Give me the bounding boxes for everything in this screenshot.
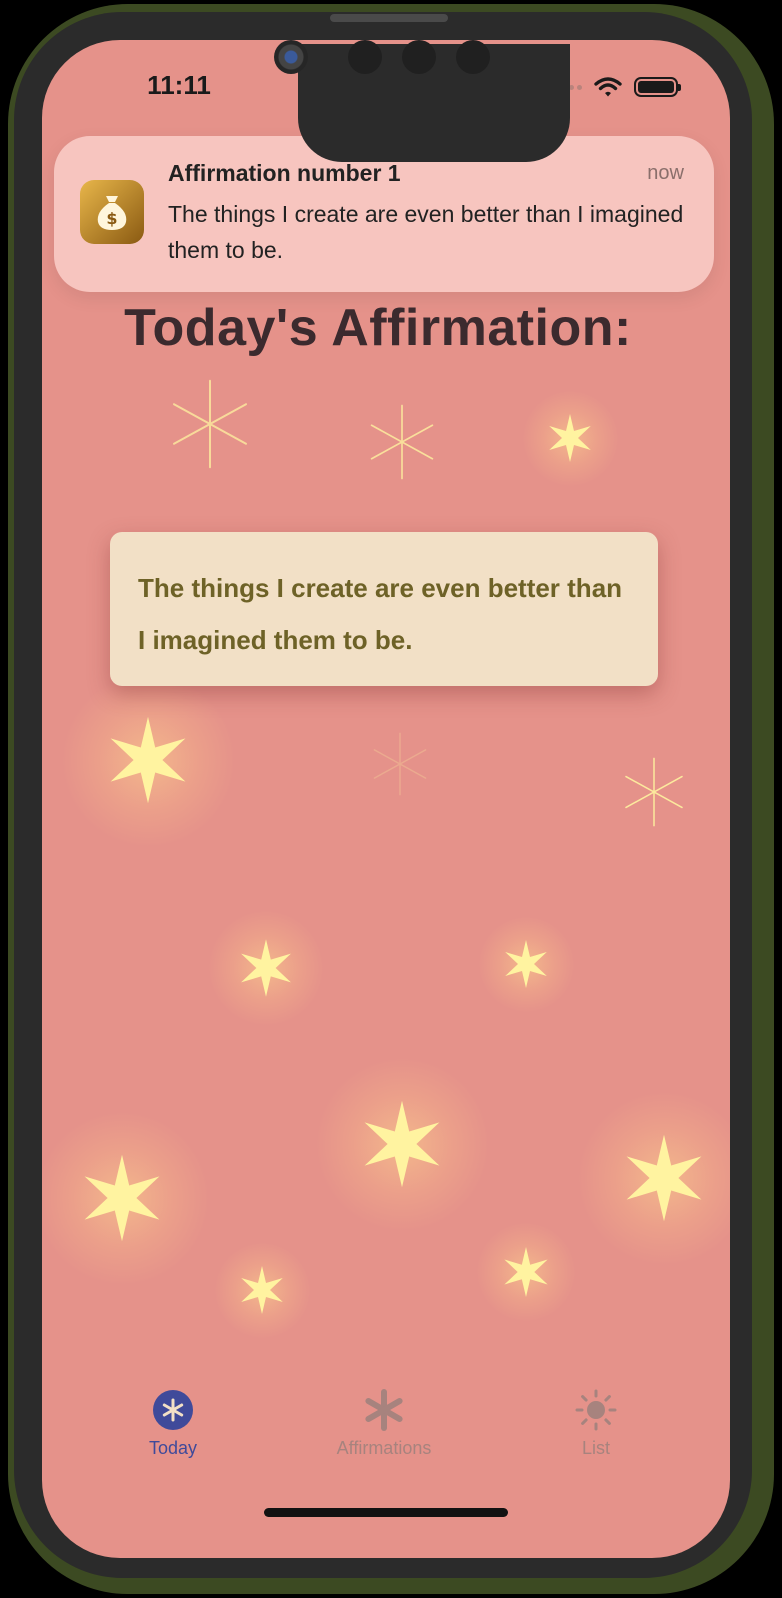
sparkle-icon: [241, 1266, 283, 1314]
sun-icon: [575, 1389, 617, 1431]
tab-today-label: Today: [148, 1438, 198, 1458]
affirmation-text: The things I create are even better than…: [138, 573, 623, 655]
sparkle-icon: [241, 939, 291, 997]
asterisk-circle-icon: [153, 1390, 193, 1430]
tab-affirmations[interactable]: Affirmations: [304, 1388, 464, 1459]
tab-bar: Today Affirmations List: [42, 1388, 730, 1468]
sparkle-icon: [110, 716, 186, 804]
sparkle-icon: [626, 1134, 702, 1222]
status-time: 11:11: [147, 70, 211, 100]
affirmation-card: The things I create are even better than…: [110, 532, 658, 686]
tab-list[interactable]: List: [516, 1388, 676, 1459]
sparkle-icon: [373, 732, 427, 796]
notification-title: Affirmation number 1: [168, 160, 401, 186]
speaker-grille: [330, 14, 448, 22]
wifi-icon: [594, 77, 622, 97]
home-indicator[interactable]: [264, 1508, 508, 1517]
sensor-icon: [348, 40, 382, 74]
app-screen: 11:11 $ Affirmation number 1 now The thi…: [42, 40, 730, 1558]
sparkle-icon: [370, 404, 434, 480]
battery-icon: [634, 77, 681, 97]
asterisk-icon: [365, 1389, 403, 1431]
sensor-icon: [402, 40, 436, 74]
sensor-icon: [456, 40, 490, 74]
sparkle-icon: [173, 379, 247, 469]
sparkle-icon: [625, 757, 683, 827]
notification-body: The things I create are even better than…: [168, 201, 684, 263]
money-bag-icon: $: [80, 180, 144, 244]
svg-text:$: $: [106, 209, 117, 228]
notification-time: now: [647, 162, 684, 184]
status-icons: [553, 76, 681, 98]
page-title: Today's Affirmation:: [124, 299, 632, 357]
sparkle-icon: [505, 940, 547, 988]
tab-affirmations-label: Affirmations: [336, 1438, 432, 1458]
camera-icon: [274, 40, 308, 74]
tab-today[interactable]: Today: [93, 1388, 253, 1459]
sparkle-icon: [549, 414, 591, 462]
sparkle-icon: [504, 1247, 548, 1297]
tab-list-label: List: [581, 1438, 610, 1458]
sparkle-icon: [84, 1154, 160, 1242]
sparkle-icon: [364, 1100, 440, 1188]
